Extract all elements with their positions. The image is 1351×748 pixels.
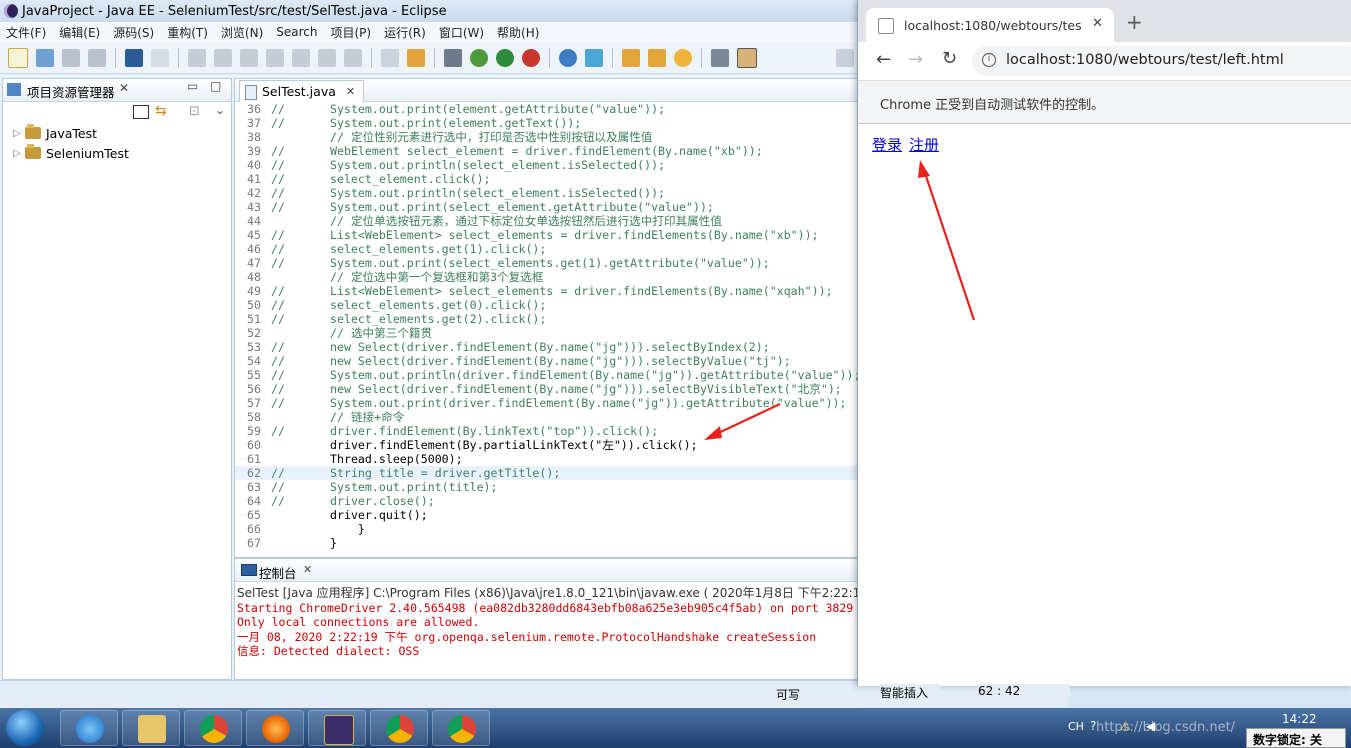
arrow-to-register-link [922, 169, 976, 321]
taskbar-chrome-3[interactable] [432, 710, 490, 746]
annotation-arrows [704, 160, 976, 440]
eclipse-ide-icon [324, 715, 354, 745]
windows-taskbar: CH ? ⚠ ◀ https://blog.csdn.net/ 14:22 数字… [0, 708, 1351, 748]
start-button[interactable] [6, 710, 44, 746]
chrome-icon [200, 715, 228, 743]
taskbar-firefox[interactable] [246, 710, 304, 746]
numlock-indicator: 数字锁定: 关 [1246, 728, 1346, 748]
arrowhead-code-line [704, 426, 722, 440]
taskbar-chrome-1[interactable] [184, 710, 242, 746]
taskbar-chrome-2[interactable] [370, 710, 428, 746]
arrow-to-code-line [711, 403, 781, 437]
numlock-text: 数字锁定: 关 [1253, 733, 1322, 747]
folder-icon [138, 715, 166, 743]
tray-language[interactable]: CH [1068, 720, 1084, 733]
chrome-icon [448, 715, 476, 743]
taskbar-explorer[interactable] [122, 710, 180, 746]
firefox-icon [262, 715, 290, 743]
arrowhead-register-link [918, 160, 930, 178]
tray-clock[interactable]: 14:22 [1282, 712, 1317, 726]
taskbar-eclipse[interactable] [308, 710, 366, 746]
watermark-text: https://blog.csdn.net/ [1096, 720, 1236, 735]
chrome-icon [386, 715, 414, 743]
taskbar-ie[interactable] [60, 710, 118, 746]
internet-explorer-icon [76, 715, 104, 743]
